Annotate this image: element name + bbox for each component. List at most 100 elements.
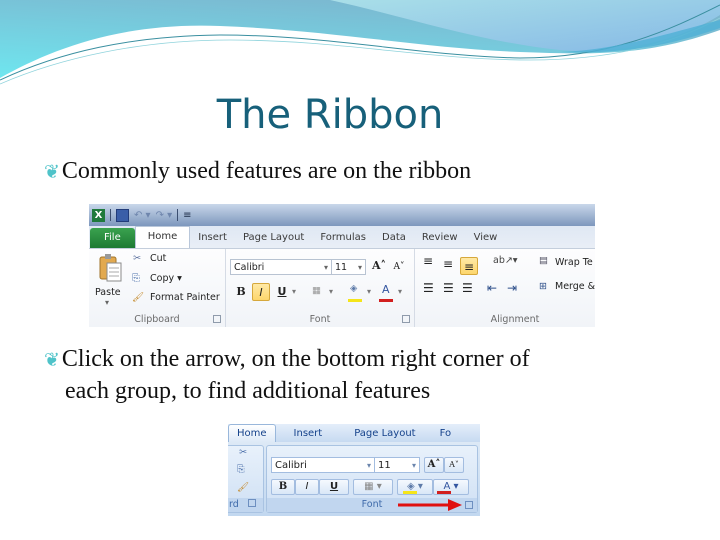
bullet-text-line2: each group, to find additional features — [65, 378, 431, 404]
clipboard-dialog-launcher[interactable] — [213, 315, 221, 323]
tab-page-layout[interactable]: Page Layout — [235, 228, 312, 248]
align-right-icon[interactable]: ☰ — [462, 281, 473, 295]
fill-color-swatch — [403, 491, 417, 494]
bold-button[interactable]: B — [271, 479, 295, 495]
copy-icon[interactable]: ⎘ — [237, 464, 245, 475]
increase-indent-icon[interactable]: ⇥ — [507, 281, 517, 295]
underline-button[interactable]: U — [273, 283, 291, 301]
borders-dropdown-icon[interactable]: ▾ — [329, 287, 333, 296]
grow-font-button[interactable]: A˄ — [424, 457, 444, 473]
font-size-combo[interactable]: 11 ▾ — [331, 259, 366, 275]
copy-icon: ⎘ — [132, 273, 140, 284]
bold-button[interactable]: B — [232, 283, 250, 301]
fill-color-swatch — [348, 299, 362, 302]
arrow-head — [448, 499, 462, 511]
clipboard-dialog-launcher[interactable] — [247, 499, 256, 507]
wrap-text-icon: ▤ — [539, 255, 548, 266]
wrap-text-button[interactable]: Wrap Te — [555, 257, 593, 268]
font-color-swatch — [437, 491, 451, 494]
scissors-icon: ✂ — [133, 253, 141, 264]
redo-icon[interactable]: ↷ ▾ — [156, 210, 173, 221]
bullet-item: ❦Commonly used features are on the ribbo… — [44, 156, 471, 188]
middle-align-icon[interactable]: ≡ — [443, 257, 453, 271]
ribbon-screenshot-2007: Home Insert Page Layout Fo ✂ ⎘ 🖌 rd Cali… — [228, 424, 480, 516]
merge-button[interactable]: Merge & — [555, 281, 595, 292]
borders-button[interactable]: ▦ ▾ — [353, 479, 393, 495]
tab-review[interactable]: Review — [414, 228, 466, 248]
align-left-icon[interactable]: ☰ — [423, 281, 434, 295]
underline-dropdown-icon[interactable]: ▾ — [292, 287, 296, 296]
paste-label: Paste — [95, 287, 121, 298]
clipboard-group: Paste ▾ ✂ Cut ⎘ Copy ▾ 🖌 Format Painter … — [89, 249, 226, 327]
alignment-group: ≡ ≡ ≡ ab↗▾ ☰ ☰ ☰ ⇤ ⇥ ▤ Wrap Te ⊞ Merge &… — [415, 249, 595, 327]
font-color-dropdown-icon[interactable]: ▾ — [398, 287, 402, 296]
font-group: Calibri ▾ 11 ▾ A˄ A˅ B I U ▾ ▦ ▾ ◈ ▾ A ▾… — [226, 249, 415, 327]
tab-insert[interactable]: Insert — [276, 425, 333, 442]
underline-button[interactable]: U — [319, 479, 349, 495]
top-align-icon[interactable]: ≡ — [423, 254, 433, 268]
tab-file[interactable]: File — [90, 228, 135, 248]
font-color-icon[interactable]: A — [382, 283, 390, 296]
chevron-down-icon: ▾ — [357, 263, 362, 272]
tab-view[interactable]: View — [466, 228, 506, 248]
font-size-value: 11 — [335, 262, 348, 273]
separator — [177, 209, 179, 221]
cut-button[interactable]: Cut — [150, 253, 166, 264]
font-dialog-launcher[interactable] — [402, 315, 410, 323]
font-name-combo[interactable]: Calibri ▾ — [230, 259, 332, 275]
ribbon-tabs: Home Insert Page Layout Fo — [228, 424, 480, 442]
tab-formulas[interactable]: Formulas — [312, 228, 374, 248]
undo-icon[interactable]: ↶ ▾ — [134, 210, 151, 221]
font-group-label: Font — [361, 499, 383, 510]
align-center-icon[interactable]: ☰ — [443, 281, 454, 295]
font-name-value: Calibri — [275, 460, 307, 471]
font-name-value: Calibri — [234, 262, 265, 273]
separator — [110, 209, 111, 221]
tab-home[interactable]: Home — [228, 424, 276, 442]
orientation-icon[interactable]: ab↗▾ — [493, 255, 518, 266]
ribbon-body: Paste ▾ ✂ Cut ⎘ Copy ▾ 🖌 Format Painter … — [89, 248, 595, 328]
paste-dropdown-icon[interactable]: ▾ — [105, 298, 109, 307]
tab-insert[interactable]: Insert — [190, 228, 235, 248]
format-painter-icon: 🖌 — [132, 292, 145, 303]
bottom-align-button[interactable]: ≡ — [460, 257, 478, 275]
clipboard-group-label: Clipboard — [134, 314, 180, 325]
font-size-value: 11 — [378, 460, 391, 471]
chevron-down-icon: ▾ — [411, 461, 416, 470]
italic-button[interactable]: I — [252, 283, 270, 301]
font-name-combo[interactable]: Calibri ▾ — [271, 457, 375, 473]
paste-button[interactable]: Paste ▾ — [93, 253, 129, 309]
chevron-down-icon: ▾ — [323, 263, 328, 272]
grow-font-button[interactable]: A˄ — [370, 257, 388, 275]
font-dialog-launcher[interactable] — [465, 501, 473, 509]
swirl-bullet-icon: ❦ — [44, 161, 60, 183]
fill-dropdown-icon[interactable]: ▾ — [367, 287, 371, 296]
formula-bar-edge — [89, 327, 595, 332]
header-wave-banner — [0, 0, 720, 85]
bullet-text: Commonly used features are on the ribbon — [61, 158, 472, 184]
copy-button[interactable]: Copy ▾ — [150, 273, 182, 284]
font-size-combo[interactable]: 11 ▾ — [374, 457, 420, 473]
customize-qat-icon[interactable]: ≡ — [183, 210, 191, 221]
tab-formulas[interactable]: Fo — [426, 425, 462, 442]
scissors-icon[interactable]: ✂ — [239, 447, 247, 458]
fill-color-icon[interactable]: ◈ — [350, 283, 357, 294]
slide-title: The Ribbon — [216, 92, 444, 138]
decrease-indent-icon[interactable]: ⇤ — [487, 281, 497, 295]
paste-icon — [99, 254, 122, 282]
chevron-down-icon: ▾ — [366, 461, 371, 470]
italic-button[interactable]: I — [295, 479, 319, 495]
tab-page-layout[interactable]: Page Layout — [332, 425, 425, 442]
shrink-font-button[interactable]: A˅ — [444, 457, 464, 473]
red-arrow-annotation — [398, 499, 462, 511]
format-painter-icon[interactable]: 🖌 — [237, 482, 249, 493]
tab-data[interactable]: Data — [374, 228, 414, 248]
tab-home[interactable]: Home — [134, 226, 191, 248]
clipboard-group: ✂ ⎘ 🖌 rd — [228, 445, 264, 513]
font-group-label: Font — [309, 314, 331, 325]
format-painter-button[interactable]: Format Painter — [150, 292, 220, 303]
shrink-font-button[interactable]: A˅ — [390, 258, 408, 276]
excel-icon[interactable]: X — [92, 208, 105, 222]
borders-icon[interactable]: ▦ — [312, 285, 321, 296]
save-icon[interactable] — [116, 208, 129, 222]
